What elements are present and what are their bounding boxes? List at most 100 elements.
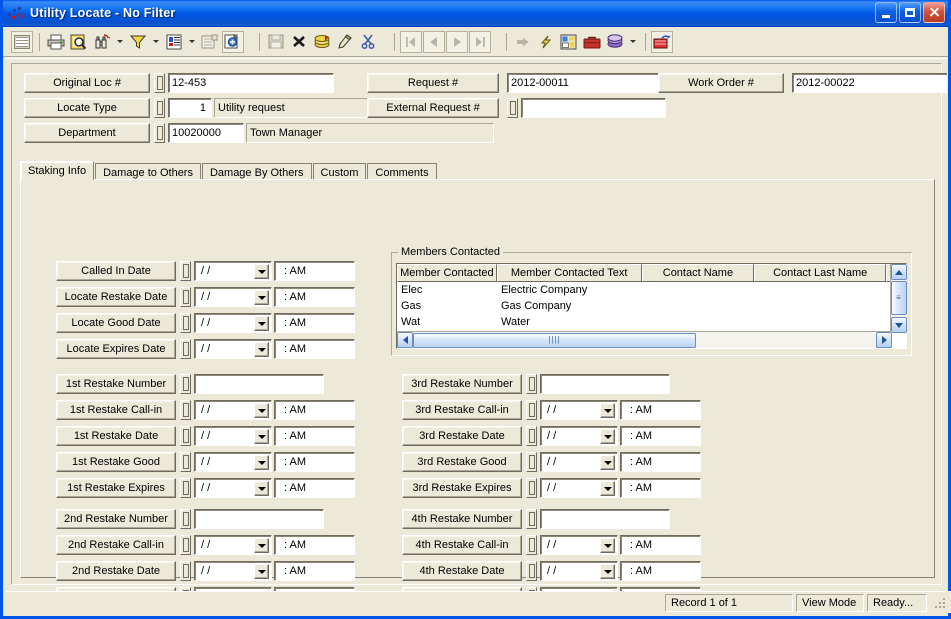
- work-order-input[interactable]: 2012-00022: [792, 73, 947, 93]
- department-input[interactable]: 10020000: [168, 123, 244, 143]
- view-datasheet-icon[interactable]: [11, 30, 33, 53]
- cut-scissors-icon[interactable]: [357, 30, 379, 53]
- third-restake-callin-time-input[interactable]: : AM: [620, 400, 701, 420]
- minimize-button[interactable]: [875, 2, 897, 23]
- scroll-left-icon[interactable]: [397, 332, 413, 348]
- locate-good-time-input[interactable]: : AM: [274, 313, 355, 333]
- chevron-down-icon[interactable]: [254, 264, 269, 279]
- first-restake-number-input[interactable]: [194, 374, 324, 394]
- first-restake-good-label-button[interactable]: 1st Restake Good: [56, 452, 176, 472]
- first-restake-callin-indicator[interactable]: [180, 400, 191, 420]
- fourth-restake-date-label-button[interactable]: 4th Restake Date: [402, 561, 522, 581]
- called-in-date-input[interactable]: / /: [194, 261, 272, 281]
- chevron-down-icon[interactable]: [600, 403, 615, 418]
- third-restake-date-indicator[interactable]: [526, 426, 537, 446]
- filter-funnel-icon[interactable]: [127, 30, 149, 53]
- third-restake-date-label-button[interactable]: 3rd Restake Date: [402, 426, 522, 446]
- close-button[interactable]: [923, 2, 945, 23]
- second-restake-number-input[interactable]: [194, 509, 324, 529]
- table-row[interactable]: Gas Gas Company: [397, 298, 891, 314]
- second-restake-date-input[interactable]: / /: [194, 561, 272, 581]
- external-request-indicator[interactable]: [507, 98, 518, 118]
- third-restake-callin-label-button[interactable]: 3rd Restake Call-in: [402, 400, 522, 420]
- chevron-down-icon[interactable]: [600, 538, 615, 553]
- database-dropdown-icon[interactable]: [627, 31, 638, 53]
- edit-record-icon[interactable]: [334, 30, 356, 53]
- first-restake-date-time-input[interactable]: : AM: [274, 426, 355, 446]
- original-loc-input[interactable]: 12-453: [168, 73, 334, 93]
- print-icon[interactable]: [45, 30, 67, 53]
- tab-staking-info[interactable]: Staking Info: [20, 161, 95, 180]
- locate-good-date-indicator[interactable]: [180, 313, 191, 333]
- delete-record-icon[interactable]: [288, 30, 310, 53]
- vertical-scroll-thumb[interactable]: ≡: [891, 281, 907, 315]
- locate-expires-date-label-button[interactable]: Locate Expires Date: [56, 339, 176, 359]
- toolbox-icon[interactable]: [581, 30, 603, 53]
- new-object-icon[interactable]: [222, 30, 244, 53]
- called-in-date-indicator[interactable]: [180, 261, 191, 281]
- scroll-up-icon[interactable]: [891, 264, 907, 280]
- first-restake-callin-time-input[interactable]: : AM: [274, 400, 355, 420]
- third-restake-expires-time-input[interactable]: : AM: [620, 478, 701, 498]
- first-restake-expires-time-input[interactable]: : AM: [274, 478, 355, 498]
- chevron-down-icon[interactable]: [254, 455, 269, 470]
- department-label-button[interactable]: Department: [24, 123, 150, 143]
- scroll-right-icon[interactable]: [876, 332, 892, 348]
- scroll-down-icon[interactable]: [891, 317, 907, 333]
- request-input[interactable]: 2012-00011: [507, 73, 672, 93]
- chevron-down-icon[interactable]: [254, 564, 269, 579]
- third-restake-good-indicator[interactable]: [526, 452, 537, 472]
- external-request-label-button[interactable]: External Request #: [367, 98, 499, 118]
- fourth-restake-number-label-button[interactable]: 4th Restake Number: [402, 509, 522, 529]
- third-restake-expires-label-button[interactable]: 3rd Restake Expires: [402, 478, 522, 498]
- locate-expires-date-input[interactable]: / /: [194, 339, 272, 359]
- goto-record-icon[interactable]: [512, 30, 534, 53]
- request-label-button[interactable]: Request #: [367, 73, 499, 93]
- first-record-icon[interactable]: [400, 30, 422, 53]
- database-window-icon[interactable]: [604, 30, 626, 53]
- first-restake-date-indicator[interactable]: [180, 426, 191, 446]
- third-restake-number-label-button[interactable]: 3rd Restake Number: [402, 374, 522, 394]
- locate-type-label-button[interactable]: Locate Type: [24, 98, 150, 118]
- third-restake-date-time-input[interactable]: : AM: [620, 426, 701, 446]
- second-restake-date-indicator[interactable]: [180, 561, 191, 581]
- last-record-icon[interactable]: [469, 30, 491, 53]
- second-restake-callin-time-input[interactable]: : AM: [274, 535, 355, 555]
- grid-vertical-scrollbar[interactable]: ≡: [890, 264, 907, 333]
- first-restake-good-date-input[interactable]: / /: [194, 452, 272, 472]
- report-icon[interactable]: [163, 30, 185, 53]
- chevron-down-icon[interactable]: [254, 290, 269, 305]
- locate-restake-date-input[interactable]: / /: [194, 287, 272, 307]
- grid-header-member-contacted[interactable]: Member Contacted: [397, 264, 497, 282]
- third-restake-expires-date-input[interactable]: / /: [540, 478, 618, 498]
- grid-header-member-contacted-text[interactable]: Member Contacted Text: [496, 264, 642, 282]
- sort-records-icon[interactable]: [311, 30, 333, 53]
- next-record-icon[interactable]: [446, 30, 468, 53]
- horizontal-scroll-thumb[interactable]: ||||: [413, 332, 696, 348]
- first-restake-good-time-input[interactable]: : AM: [274, 452, 355, 472]
- find-binoculars-icon[interactable]: [91, 30, 113, 53]
- locate-expires-date-indicator[interactable]: [180, 339, 191, 359]
- title-bar[interactable]: Utility Locate - No Filter: [3, 0, 948, 27]
- called-in-date-label-button[interactable]: Called In Date: [56, 261, 176, 281]
- chevron-down-icon[interactable]: [600, 564, 615, 579]
- fourth-restake-callin-date-input[interactable]: / /: [540, 535, 618, 555]
- external-request-input[interactable]: [521, 98, 666, 118]
- locate-type-input[interactable]: 1: [168, 98, 212, 118]
- grid-header-contact-last-name[interactable]: Contact Last Name: [754, 264, 887, 282]
- third-restake-good-time-input[interactable]: : AM: [620, 452, 701, 472]
- third-restake-expires-indicator[interactable]: [526, 478, 537, 498]
- fourth-restake-number-input[interactable]: [540, 509, 670, 529]
- fourth-restake-date-time-input[interactable]: : AM: [620, 561, 701, 581]
- chevron-down-icon[interactable]: [600, 429, 615, 444]
- chevron-down-icon[interactable]: [600, 455, 615, 470]
- locate-good-date-input[interactable]: / /: [194, 313, 272, 333]
- third-restake-callin-indicator[interactable]: [526, 400, 537, 420]
- called-in-time-input[interactable]: : AM: [274, 261, 355, 281]
- third-restake-number-indicator[interactable]: [526, 374, 537, 394]
- locate-type-indicator[interactable]: [154, 98, 165, 118]
- grid-horizontal-scrollbar[interactable]: ||||: [397, 331, 892, 348]
- print-preview-icon[interactable]: [68, 30, 90, 53]
- third-restake-date-input[interactable]: / /: [540, 426, 618, 446]
- work-order-label-button[interactable]: Work Order #: [658, 73, 784, 93]
